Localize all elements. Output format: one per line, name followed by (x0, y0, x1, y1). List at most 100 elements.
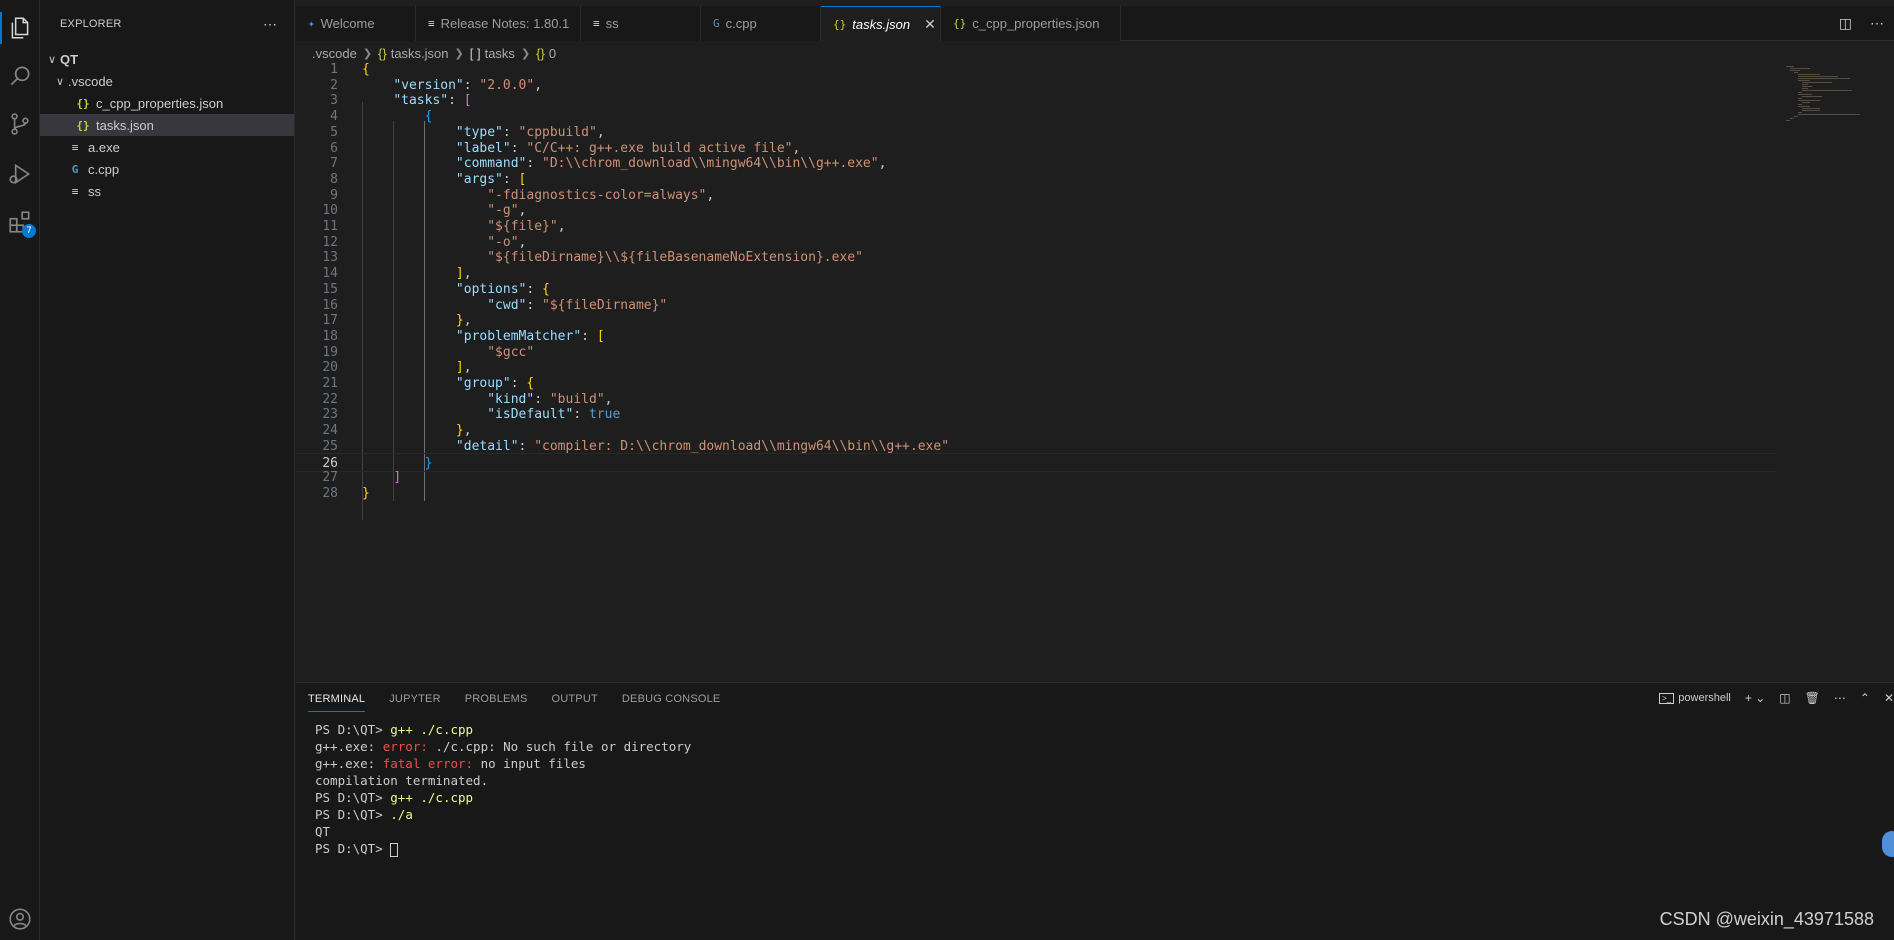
account-icon[interactable] (6, 905, 34, 933)
code-text: } (362, 484, 370, 503)
terminal-token: fatal error: (382, 756, 481, 771)
terminal-output[interactable]: PS D:\QT> g++ ./c.cpp g++.exe: error: ./c… (315, 721, 691, 857)
more-panel-actions-icon[interactable]: ⋯ (1834, 691, 1846, 705)
minimap[interactable] (1784, 64, 1864, 124)
split-editor-icon[interactable]: ◫ (1839, 15, 1852, 32)
breadcrumb-icon: {} (536, 45, 545, 61)
terminal-line: g++.exe: error: ./c.cpp: No such file or… (315, 738, 691, 755)
txt-file-icon: ≡ (71, 140, 79, 154)
json-file-icon: {} (76, 96, 90, 110)
split-terminal-icon[interactable]: ◫ (1779, 691, 1790, 705)
shell-label: powershell (1678, 692, 1731, 704)
panel-tab-debug-console[interactable]: DEBUG CONSOLE (622, 693, 721, 712)
chevron-down-icon: ∨ (55, 74, 65, 88)
extensions-badge: 7 (22, 224, 36, 238)
terminal-token: PS D:\QT> (315, 790, 391, 805)
panel-tab-terminal[interactable]: TERMINAL (308, 693, 366, 712)
breadcrumb-item[interactable]: {} tasks.json (378, 46, 449, 61)
tab-file-icon: G (713, 17, 720, 30)
tree-item[interactable]: {} tasks.json (40, 114, 294, 136)
json-file-icon: {} (76, 118, 90, 132)
tab-label: tasks.json (852, 16, 911, 32)
breadcrumb-item[interactable]: [ ] tasks (470, 46, 515, 61)
breadcrumb-item[interactable]: .vscode (312, 46, 357, 61)
panel-tab-problems[interactable]: PROBLEMS (465, 693, 528, 712)
terminal-line: PS D:\QT> g++ ./c.cpp (315, 721, 691, 738)
terminal-token: g++.exe: (315, 756, 383, 771)
terminal-token: PS D:\QT> (315, 807, 391, 822)
extensions-icon[interactable]: 7 (6, 208, 36, 238)
terminal-token: g++ ./c.cpp (390, 790, 474, 805)
folder-root[interactable]: ∨ QT (40, 48, 294, 70)
tab-tasks-json[interactable]: {} tasks.json ✕ (821, 6, 941, 41)
close-panel-icon[interactable]: ✕ (1884, 691, 1894, 705)
run-debug-icon[interactable] (6, 160, 34, 188)
tree-item-label: ss (88, 183, 101, 199)
tree-item-label: .vscode (68, 73, 113, 89)
code-line: 28} (296, 484, 1776, 503)
tab-c-cpp-properties-json[interactable]: {} c_cpp_properties.json (941, 6, 1121, 41)
breadcrumb-icon: [ ] (469, 45, 481, 61)
panel-tab-output[interactable]: OUTPUT (551, 693, 597, 712)
terminal-token: ./c.cpp: No such file or directory (435, 739, 692, 754)
tab-file-icon: ≡ (593, 17, 600, 30)
panel-tabs: TERMINAL JUPYTER PROBLEMS OUTPUT DEBUG CONSO… (308, 693, 720, 712)
explorer-icon[interactable] (6, 14, 34, 42)
new-terminal-icon[interactable]: + ⌄ (1745, 691, 1765, 705)
more-actions-icon[interactable]: ⋯ (263, 16, 278, 33)
breadcrumb-label: .vscode (312, 45, 357, 61)
breadcrumb-label: 0 (548, 45, 557, 61)
tree-item-label: c.cpp (88, 161, 120, 177)
terminal-token: g++.exe: (315, 739, 383, 754)
explorer-sidebar: EXPLORER ⋯ ∨ QT ∨ .vscode{} c_cpp_properties… (40, 0, 295, 940)
file-tree: ∨ QT ∨ .vscode{} c_cpp_properties.json{} task… (40, 48, 294, 202)
panel-tab-jupyter[interactable]: JUPYTER (389, 693, 441, 712)
search-icon[interactable] (6, 62, 34, 90)
editor-tabs: ✦ Welcome ≡ Release Notes: 1.80.1 ≡ ss Gc.cpp{… (296, 6, 1894, 41)
terminal-token: PS D:\QT> (315, 722, 391, 737)
terminal-line: PS D:\QT> (315, 840, 691, 857)
source-control-icon[interactable] (6, 110, 34, 138)
tree-item[interactable]: {} c_cpp_properties.json (40, 92, 294, 114)
more-editor-actions-icon[interactable]: ⋯ (1870, 15, 1884, 32)
terminal-shell-selector[interactable]: >_ powershell (1659, 692, 1731, 704)
editor-actions: ◫ ⋯ (1839, 6, 1884, 41)
code-editor[interactable]: 1{2 "version": "2.0.0", 3 "tasks": [4 {5 … (296, 62, 1786, 682)
activity-active-indicator (0, 12, 2, 44)
tree-item[interactable]: Gc.cpp (40, 158, 294, 180)
tab-welcome[interactable]: ✦ Welcome (296, 6, 416, 41)
copilot-bubble-icon[interactable] (1882, 831, 1894, 857)
chevron-right-icon: ❯ (362, 46, 373, 60)
tree-item-label: tasks.json (96, 117, 154, 133)
tree-item[interactable]: ≡ a.exe (40, 136, 294, 158)
bottom-panel: TERMINAL JUPYTER PROBLEMS OUTPUT DEBUG CONSO… (296, 682, 1894, 940)
tree-item[interactable]: ≡ ss (40, 180, 294, 202)
tab-label: Release Notes: 1.80.1 (440, 16, 570, 31)
tree-item[interactable]: ∨ .vscode (40, 70, 294, 92)
terminal-line: g++.exe: fatal error: no input files (315, 755, 691, 772)
breadcrumb-label: tasks (484, 45, 515, 61)
kill-terminal-icon[interactable]: 🗑 (1805, 691, 1820, 705)
tab-c-cpp[interactable]: Gc.cpp (701, 6, 821, 41)
breadcrumb-item[interactable]: {} 0 (536, 46, 556, 61)
breadcrumb-label: tasks.json (390, 45, 449, 61)
terminal-line: PS D:\QT> g++ ./c.cpp (315, 789, 691, 806)
tab-label: c.cpp (725, 16, 757, 31)
cpp-file-icon: G (71, 162, 79, 176)
close-icon[interactable]: ✕ (924, 16, 936, 33)
tree-item-label: QT (60, 51, 79, 67)
tab-file-icon: {} (953, 17, 967, 30)
terminal-token: PS D:\QT> (315, 841, 391, 856)
chevron-right-icon: ❯ (454, 46, 464, 60)
tab-release-notes-1-80-1[interactable]: ≡ Release Notes: 1.80.1 (416, 6, 581, 41)
maximize-panel-icon[interactable]: ⌃ (1860, 691, 1870, 705)
chevron-right-icon: ❯ (520, 46, 531, 60)
tab-file-icon: ✦ (308, 17, 315, 30)
panel-actions: >_ powershell + ⌄ ◫ 🗑 ⋯ ⌃ ✕ (1659, 691, 1894, 705)
terminal-line: compilation terminated. (315, 772, 691, 789)
terminal-cursor (390, 842, 399, 857)
txt-file-icon: ≡ (71, 184, 79, 198)
code-token: } (362, 485, 370, 501)
tab-label: c_cpp_properties.json (972, 16, 1100, 31)
tab-ss[interactable]: ≡ ss (581, 6, 701, 41)
